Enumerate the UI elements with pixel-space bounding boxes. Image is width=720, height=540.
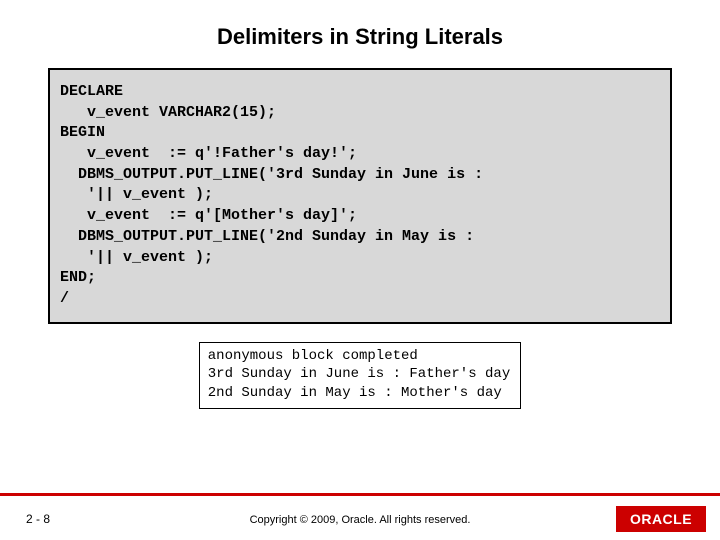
oracle-logo: ORACLE (616, 506, 706, 532)
output-wrap: anonymous block completed 3rd Sunday in … (0, 342, 720, 410)
copyright-text: Copyright © 2009, Oracle. All rights res… (0, 514, 720, 526)
output-block: anonymous block completed 3rd Sunday in … (199, 342, 521, 410)
footer: 2 - 8 Copyright © 2009, Oracle. All righ… (0, 496, 720, 540)
slide-title: Delimiters in String Literals (0, 0, 720, 68)
code-block: DECLARE v_event VARCHAR2(15); BEGIN v_ev… (48, 68, 672, 324)
